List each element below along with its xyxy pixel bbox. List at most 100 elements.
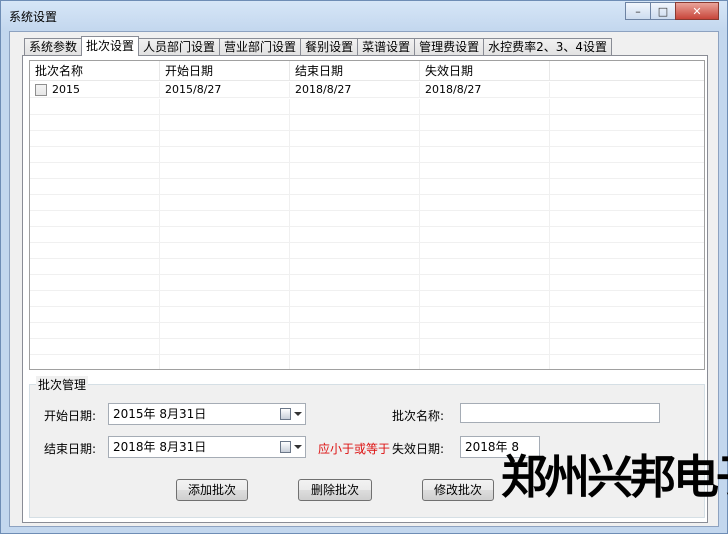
empty-grid-cell [30,147,160,162]
calendar-icon [280,408,291,420]
row-end-cell: 2018/8/27 [290,82,420,97]
empty-grid-cell [550,307,704,322]
row-checkbox[interactable] [35,83,47,96]
empty-grid-cell [550,163,704,178]
empty-grid-cell [550,243,704,258]
empty-grid-cell [550,147,704,162]
empty-grid-cell [420,275,550,290]
tab-strip: 系统参数 批次设置 人员部门设置 营业部门设置 餐别设置 菜谱设置 管理费设置 … [24,36,613,56]
end-date-picker[interactable]: 2018年 8月31日 [108,436,306,458]
empty-grid-cell [30,227,160,242]
empty-grid-cell [160,211,290,226]
column-header-start[interactable]: 开始日期 [160,61,290,80]
row-name-cell: 2015 [30,82,160,97]
start-date-value: 2015年 8月31日 [113,407,207,421]
empty-grid-cell [30,307,160,322]
empty-grid-cell [420,211,550,226]
start-date-picker[interactable]: 2015年 8月31日 [108,403,306,425]
empty-grid-row [30,291,704,307]
empty-grid-cell [160,147,290,162]
tab-meal-type[interactable]: 餐别设置 [300,38,359,56]
tab-system-params[interactable]: 系统参数 [24,38,83,56]
dropdown-arrow-icon[interactable] [294,412,302,416]
empty-grid-cell [420,227,550,242]
empty-grid-cell [550,323,704,338]
column-header-end[interactable]: 结束日期 [290,61,420,80]
empty-grid-cell [30,163,160,178]
empty-grid-cell [420,195,550,210]
empty-grid-cell [160,323,290,338]
tab-management-fee[interactable]: 管理费设置 [414,38,485,56]
empty-grid-cell [420,115,550,130]
empty-grid-cell [30,179,160,194]
empty-grid-row [30,259,704,275]
tab-batch-settings[interactable]: 批次设置 [81,36,140,56]
column-header-name[interactable]: 批次名称 [30,61,160,80]
empty-grid-cell [160,99,290,114]
row-name: 2015 [52,83,80,96]
date-warning-text: 应小于或等于 [318,442,391,456]
end-date-value: 2018年 8月31日 [113,440,207,454]
column-header-filler [550,61,704,80]
empty-grid-cell [550,259,704,274]
empty-grid-row [30,163,704,179]
empty-grid-row [30,147,704,163]
empty-grid-cell [160,259,290,274]
empty-grid-cell [550,291,704,306]
calendar-icon [280,441,291,453]
grid-header: 批次名称 开始日期 结束日期 失效日期 [30,61,704,81]
maximize-button[interactable]: □ [650,2,676,20]
tab-business-dept[interactable]: 营业部门设置 [219,38,302,56]
empty-grid-row [30,339,704,355]
table-row[interactable]: 2015 2015/8/27 2018/8/27 2018/8/27 [30,82,704,98]
dropdown-arrow-icon[interactable] [294,445,302,449]
empty-grid-cell [550,131,704,146]
empty-grid-cell [420,307,550,322]
window-controls: – □ ✕ [625,2,719,20]
empty-grid-row [30,227,704,243]
empty-grid-cell [160,195,290,210]
modify-batch-button[interactable]: 修改批次 [422,479,494,501]
empty-grid-cell [30,355,160,369]
empty-grid-cell [290,195,420,210]
empty-grid-cell [550,179,704,194]
tab-water-rate[interactable]: 水控费率2、3、4设置 [483,38,613,56]
empty-grid-cell [290,291,420,306]
batch-name-input[interactable] [460,403,660,423]
empty-grid-cell [30,211,160,226]
column-header-expire[interactable]: 失效日期 [420,61,550,80]
empty-grid-cell [420,179,550,194]
empty-grid-cell [30,243,160,258]
empty-grid-cell [550,211,704,226]
empty-grid-cell [290,307,420,322]
empty-grid-cell [30,115,160,130]
batch-grid[interactable]: 批次名称 开始日期 结束日期 失效日期 2015 2015/8/27 2018/… [29,60,705,370]
empty-grid-cell [160,115,290,130]
empty-grid-cell [420,147,550,162]
empty-grid-cell [160,227,290,242]
empty-grid-cell [160,179,290,194]
group-legend: 批次管理 [36,376,89,393]
empty-grid-row [30,99,704,115]
empty-grid-cell [160,275,290,290]
empty-grid-cell [290,355,420,369]
row-filler-cell [550,82,704,97]
add-batch-button[interactable]: 添加批次 [176,479,248,501]
close-button[interactable]: ✕ [675,2,719,20]
tab-menu[interactable]: 菜谱设置 [357,38,416,56]
empty-grid-cell [160,307,290,322]
empty-grid-cell [420,131,550,146]
minimize-button[interactable]: – [625,2,651,20]
title-bar[interactable]: 系统设置 – □ ✕ [1,1,727,31]
empty-grid-cell [550,227,704,242]
end-date-label: 结束日期: [44,442,97,456]
tab-staff-dept[interactable]: 人员部门设置 [138,38,221,56]
empty-grid-cell [30,291,160,306]
delete-batch-button[interactable]: 删除批次 [298,479,372,501]
empty-grid-row [30,115,704,131]
start-date-label: 开始日期: [44,409,97,423]
empty-grid-cell [30,99,160,114]
empty-grid-cell [160,131,290,146]
empty-grid-cell [420,163,550,178]
empty-grid-row [30,211,704,227]
